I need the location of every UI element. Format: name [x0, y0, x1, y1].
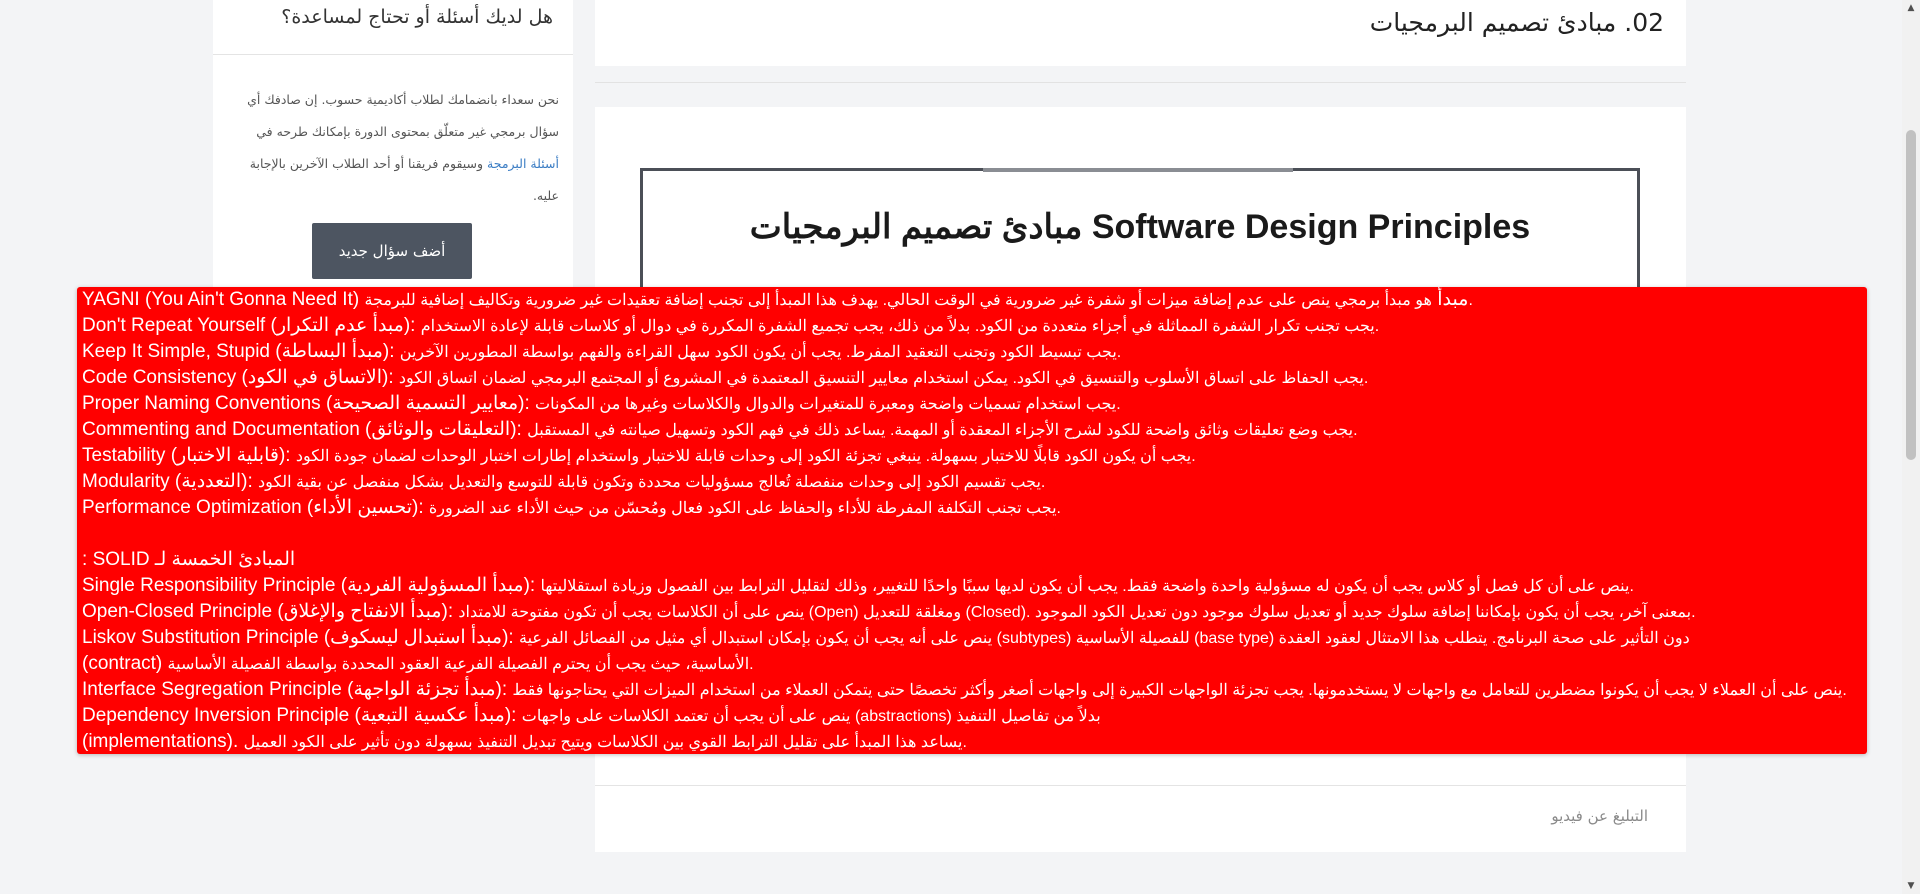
principle-description: يجب تقسيم الكود إلى وحدات منفصلة تُعالج … [258, 474, 1046, 491]
principle-term: Commenting and Documentation (التعليقات … [82, 419, 522, 440]
principle-line: YAGNI (You Ain't Gonna Need It) مبدأ هو … [77, 287, 1867, 313]
principle-term: Proper Naming Conventions (معايير التسمي… [82, 393, 530, 414]
principle-line: Don't Repeat Yourself (مبدأ عدم التكرار)… [77, 313, 1867, 339]
lesson-header: 02. مبادئ تصميم البرمجيات [595, 0, 1686, 66]
principle-description: ينص على أن يجب أن تعتمد الكلاسات على واج… [521, 708, 1101, 725]
principle-line: Code Consistency (الاتساق في الكود): يجب… [77, 365, 1867, 391]
principle-description: يجب الحفاظ على اتساق الأسلوب والتنسيق في… [398, 370, 1369, 387]
principle-line: Commenting and Documentation (التعليقات … [77, 417, 1867, 443]
principle-description: هو مبدأ برمجي ينص على عدم إضافة ميزات أو… [364, 292, 1473, 309]
lesson-title: 02. مبادئ تصميم البرمجيات [1369, 8, 1664, 37]
principle-line: Interface Segregation Principle (مبدأ تج… [77, 677, 1867, 703]
help-title: هل لديك أسئلة أو تحتاج لمساعدة؟ [281, 6, 553, 28]
report-video-link[interactable]: التبليغ عن فيديو [1551, 807, 1648, 825]
principle-line: Proper Naming Conventions (معايير التسمي… [77, 391, 1867, 417]
principle-term: Don't Repeat Yourself (مبدأ عدم التكرار)… [82, 315, 416, 336]
overlay-spacer [77, 521, 1867, 547]
principle-description: يجب تجنب تكرار الشفرة المماثلة في أجزاء … [420, 318, 1380, 335]
principle-description: الأساسية، حيث يجب أن يحترم الفصيلة الفرع… [167, 656, 754, 673]
principle-term: Modularity (التعددية): [82, 471, 253, 492]
principle-term: Open-Closed Principle (مبدأ الانفتاح وال… [82, 601, 454, 622]
principle-description: يساعد هذا المبدأ على تقليل الترابط القوي… [243, 734, 967, 751]
slide-title: مبادئ تصميم البرمجيات Software Design Pr… [749, 208, 1531, 246]
card-divider [595, 785, 1686, 786]
principle-term: Testability (قابلية الاختبار): [82, 445, 291, 466]
principle-term: (implementations). [82, 731, 239, 752]
principle-description: يجب تبسيط الكود وتجنب التعقيد المفرط. يج… [399, 344, 1122, 361]
principle-line: (contract) الأساسية، حيث يجب أن يحترم ال… [77, 651, 1867, 677]
principle-line: (implementations). يساعد هذا المبدأ على … [77, 729, 1867, 754]
principle-line: Open-Closed Principle (مبدأ الانفتاح وال… [77, 599, 1867, 625]
principle-description: ينص على أن كل فصل أو كلاس يجب أن يكون له… [540, 578, 1634, 595]
principle-term: Code Consistency (الاتساق في الكود): [82, 367, 394, 388]
scroll-down-icon[interactable]: ▼ [1902, 878, 1920, 894]
add-question-button[interactable]: أضف سؤال جديد [312, 223, 472, 279]
principle-line: Keep It Simple, Stupid (مبدأ البساطة): ي… [77, 339, 1867, 365]
page-scrollbar[interactable]: ▲ ▼ [1902, 0, 1920, 894]
principle-description: ينص على أنه يجب أن يكون بإمكان استبدال أ… [518, 630, 1690, 647]
principle-line: Modularity (التعددية): يجب تقسيم الكود إ… [77, 469, 1867, 495]
principle-term: Liskov Substitution Principle (مبدأ استب… [82, 627, 514, 648]
principle-term: المبادئ الخمسة لـ SOLID : [82, 549, 296, 570]
principle-line: Dependency Inversion Principle (مبدأ عكس… [77, 703, 1867, 729]
programming-questions-link[interactable]: أسئلة البرمجة [487, 156, 559, 171]
header-divider [595, 82, 1686, 83]
sidebar-divider [213, 54, 573, 55]
principle-description: يجب تجنب التكلفة المفرطة للأداء والحفاظ … [428, 500, 1061, 517]
principle-line: Performance Optimization (تحسين الأداء):… [77, 495, 1867, 521]
principle-line: المبادئ الخمسة لـ SOLID : [77, 547, 1867, 573]
principles-overlay: YAGNI (You Ain't Gonna Need It) مبدأ هو … [77, 287, 1867, 754]
principle-line: Liskov Substitution Principle (مبدأ استب… [77, 625, 1867, 651]
principle-term: (contract) [82, 653, 163, 674]
help-description: نحن سعداء بانضمامك لطلاب أكاديمية حسوب. … [227, 84, 559, 212]
principle-description: ينص على أن الكلاسات يجب أن تكون مفتوحة ل… [458, 604, 1696, 621]
principle-description: يجب وضع تعليقات وثائق واضحة للكود لشرح ا… [527, 422, 1358, 439]
slide-accent-bar [983, 168, 1293, 172]
principle-description: يجب أن يكون الكود قابلًا للاختبار بسهولة… [295, 448, 1196, 465]
scroll-thumb[interactable] [1906, 130, 1916, 460]
principle-term: Dependency Inversion Principle (مبدأ عكس… [82, 705, 517, 726]
principle-term: Performance Optimization (تحسين الأداء): [82, 497, 424, 518]
scroll-up-icon[interactable]: ▲ [1902, 0, 1920, 16]
principle-line: Single Responsibility Principle (مبدأ ال… [77, 573, 1867, 599]
principle-term: Keep It Simple, Stupid (مبدأ البساطة): [82, 341, 395, 362]
principle-description: يجب استخدام تسميات واضحة ومعبرة للمتغيرا… [535, 396, 1121, 413]
help-text-start: نحن سعداء بانضمامك لطلاب أكاديمية حسوب. … [247, 92, 559, 139]
principle-line: Testability (قابلية الاختبار): يجب أن يك… [77, 443, 1867, 469]
principle-description: ينص على أن العملاء لا يجب أن يكونوا مضطر… [512, 682, 1847, 699]
principle-term: Single Responsibility Principle (مبدأ ال… [82, 575, 536, 596]
principle-term: Interface Segregation Principle (مبدأ تج… [82, 679, 508, 700]
